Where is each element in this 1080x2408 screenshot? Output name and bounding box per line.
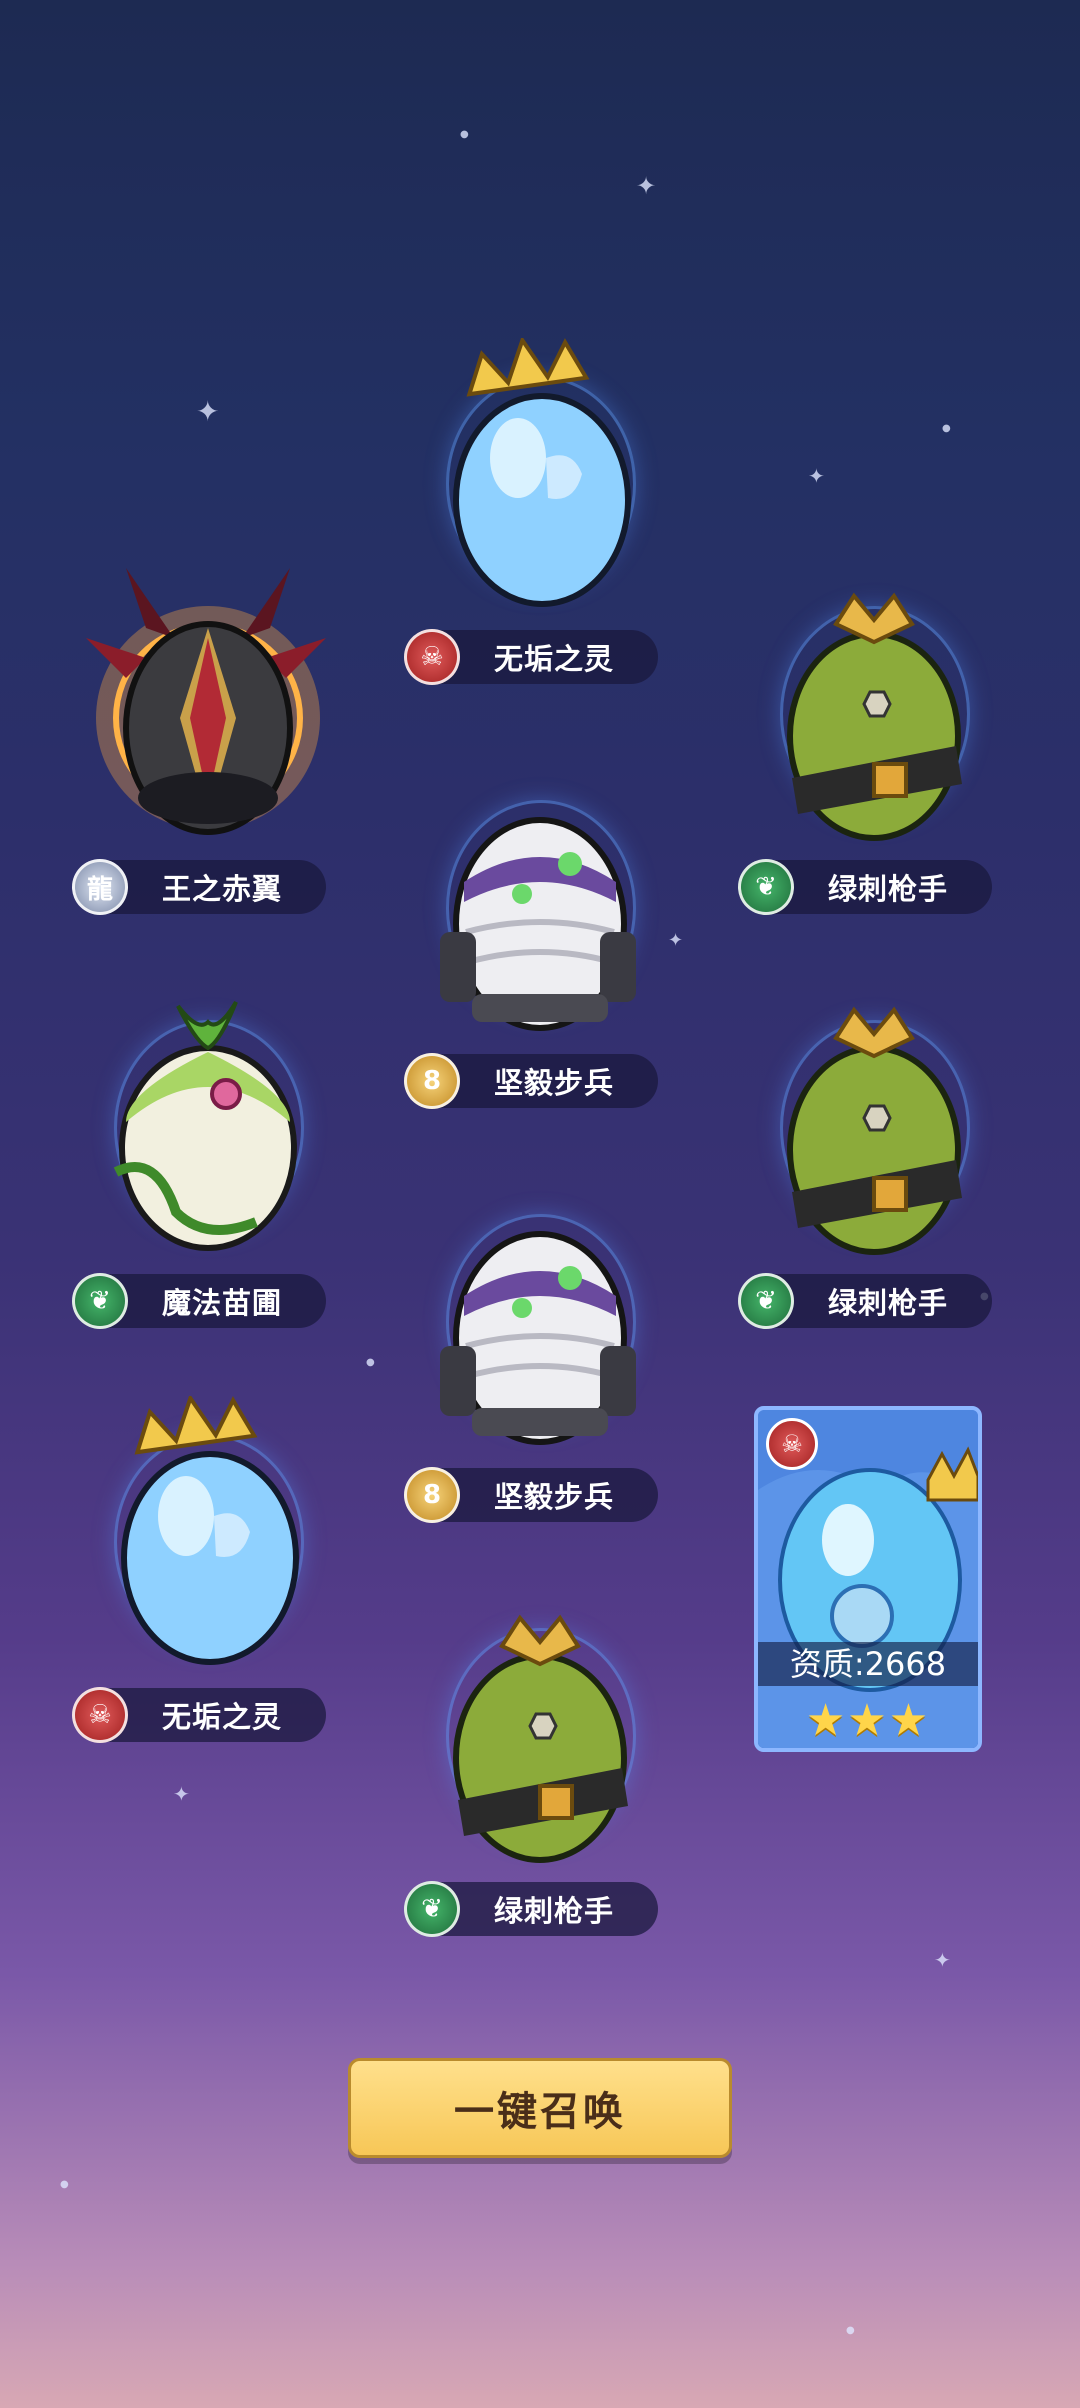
name-plate: ❦ 绿刺枪手 bbox=[738, 859, 992, 915]
egg-slot-crimson-wing[interactable]: 龍 王之赤翼 bbox=[72, 568, 336, 948]
egg-slot-steadfast-infantry[interactable]: 8 坚毅步兵 bbox=[404, 1176, 668, 1556]
egg-name: 绿刺枪手 bbox=[827, 872, 948, 906]
aptitude-label: 资质:2668 bbox=[758, 1642, 978, 1686]
gear-icon: 8 bbox=[404, 1053, 460, 1109]
gear-icon: 8 bbox=[404, 1467, 460, 1523]
egg-name: 绿刺枪手 bbox=[827, 1286, 948, 1320]
skull-icon: ☠ bbox=[72, 1687, 128, 1743]
dragon-icon: 龍 bbox=[72, 859, 128, 915]
vine-egg-icon bbox=[113, 1000, 297, 1251]
cactus-egg-icon bbox=[453, 1614, 628, 1863]
egg-slot-green-thorn-lancer[interactable]: ❦ 绿刺枪手 bbox=[404, 1590, 668, 1970]
egg-name: 无垢之灵 bbox=[493, 642, 614, 676]
summon-button-label: 一键召唤 bbox=[454, 2089, 626, 2135]
egg-slot-magic-nursery[interactable]: ❦ 魔法苗圃 bbox=[72, 982, 336, 1362]
egg-slot-steadfast-infantry[interactable]: 8 坚毅步兵 bbox=[404, 762, 668, 1142]
egg-name: 无垢之灵 bbox=[161, 1700, 282, 1734]
skull-icon: ☠ bbox=[766, 1418, 818, 1470]
name-plate: 8 坚毅步兵 bbox=[404, 1467, 658, 1523]
egg-name: 魔法苗圃 bbox=[161, 1286, 282, 1320]
one-click-summon-button[interactable]: 一键召唤 bbox=[348, 2058, 732, 2158]
cactus-egg-icon bbox=[787, 592, 962, 841]
name-plate: ☠ 无垢之灵 bbox=[404, 629, 658, 685]
egg-name: 坚毅步兵 bbox=[493, 1480, 614, 1514]
egg-slot-pure-spirit[interactable]: ☠ 无垢之灵 bbox=[72, 1396, 336, 1776]
leaf-icon: ❦ bbox=[404, 1881, 460, 1937]
leaf-icon: ❦ bbox=[738, 859, 794, 915]
name-plate: ❦ 绿刺枪手 bbox=[738, 1273, 992, 1329]
skull-icon: ☠ bbox=[404, 629, 460, 685]
egg-name: 坚毅步兵 bbox=[493, 1066, 614, 1100]
egg-slot-pure-spirit[interactable]: ☠ 无垢之灵 bbox=[404, 338, 668, 718]
crimson-wing-egg-icon bbox=[86, 568, 326, 835]
leaf-icon: ❦ bbox=[72, 1273, 128, 1329]
crowned-blue-egg-icon bbox=[121, 1396, 299, 1665]
mummy-egg-icon bbox=[440, 1231, 636, 1445]
name-plate: ☠ 无垢之灵 bbox=[72, 1687, 326, 1743]
egg-name: 王之赤翼 bbox=[161, 872, 282, 906]
name-plate: 龍 王之赤翼 bbox=[72, 859, 326, 915]
egg-slot-green-thorn-lancer[interactable]: ❦ 绿刺枪手 bbox=[738, 568, 1002, 948]
summon-result-card[interactable]: ☠ 资质:2668 ★★★ bbox=[754, 1406, 982, 1752]
egg-slot-green-thorn-lancer[interactable]: ❦ 绿刺枪手 bbox=[738, 982, 1002, 1362]
name-plate: ❦ 魔法苗圃 bbox=[72, 1273, 326, 1329]
egg-name: 绿刺枪手 bbox=[493, 1894, 614, 1928]
rarity-stars: ★★★ bbox=[805, 1695, 931, 1746]
crowned-blue-egg-icon bbox=[453, 338, 631, 607]
name-plate: ❦ 绿刺枪手 bbox=[404, 1881, 658, 1937]
leaf-icon: ❦ bbox=[738, 1273, 794, 1329]
cactus-egg-icon bbox=[787, 1006, 962, 1255]
mummy-egg-icon bbox=[440, 817, 636, 1031]
name-plate: 8 坚毅步兵 bbox=[404, 1053, 658, 1109]
